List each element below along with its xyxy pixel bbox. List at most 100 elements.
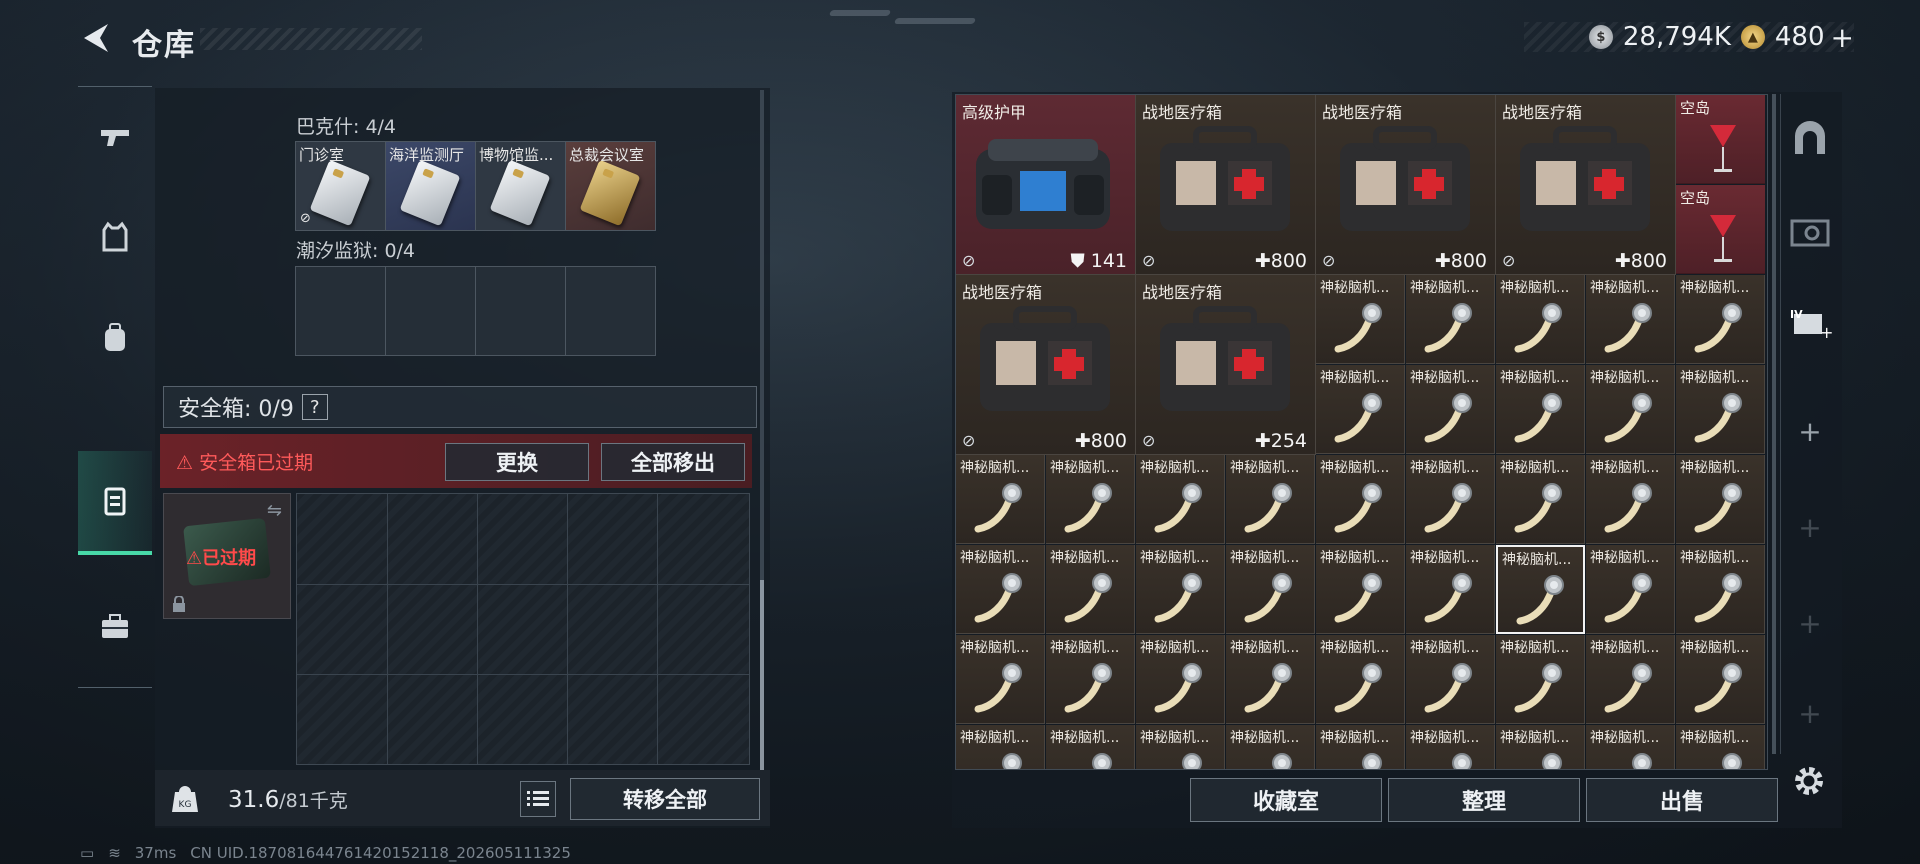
settings-gear-icon[interactable] [1792, 764, 1826, 798]
stash-item-brain-implant[interactable]: 神秘脑机... [1586, 725, 1675, 769]
stash-item-medkit[interactable]: 战地医疗箱 ⊘ ✚800 [1136, 95, 1316, 275]
stash-item-brain-implant[interactable]: 神秘脑机... [956, 635, 1045, 724]
stash-item-brain-implant[interactable]: 神秘脑机... [1676, 365, 1765, 454]
stash-item-brain-implant[interactable]: 神秘脑机... [1586, 275, 1675, 364]
stash-item-brain-implant[interactable]: 神秘脑机... [1406, 635, 1495, 724]
stash-item-medkit[interactable]: 战地医疗箱 ⊘ ✚800 [956, 275, 1136, 455]
stash-item-brain-implant[interactable]: 神秘脑机... [1136, 635, 1225, 724]
left-scrollbar-thumb[interactable] [760, 580, 764, 770]
stash-item-brain-implant[interactable]: 神秘脑机... [1496, 545, 1585, 634]
stash-item-medkit[interactable]: 战地医疗箱 ⊘ ✚800 [1496, 95, 1676, 275]
item-name: 神秘脑机... [1500, 640, 1570, 656]
stash-item-brain-implant[interactable]: 神秘脑机... [1136, 455, 1225, 544]
stash-item-brain-implant[interactable]: 神秘脑机... [1406, 725, 1495, 769]
safe-box-slot[interactable]: ⇋ ⚠已过期 [163, 493, 291, 619]
stash-item-brain-implant[interactable]: 神秘脑机... [1496, 455, 1585, 544]
transfer-all-button[interactable]: 转移全部 [570, 778, 760, 820]
stash-item-medkit[interactable]: 战地医疗箱 ⊘ ✚800 [1316, 95, 1496, 275]
medkit-hp: ✚800 [1614, 250, 1667, 272]
stash-item-brain-implant[interactable]: 神秘脑机... [1676, 725, 1765, 769]
sidebar-item-armor[interactable] [78, 187, 152, 287]
key-slot[interactable]: 总裁会议室 [566, 142, 655, 230]
stash-item-brain-implant[interactable]: 神秘脑机... [1496, 725, 1585, 769]
stash-item-brain-implant[interactable]: 神秘脑机... [1226, 725, 1315, 769]
item-name: 神秘脑机... [1320, 730, 1390, 746]
no-bind-icon: ⊘ [300, 211, 311, 226]
collection-room-button[interactable]: 收藏室 [1190, 778, 1382, 822]
stash-item-brain-implant[interactable]: 神秘脑机... [1406, 365, 1495, 454]
stash-item-brain-implant[interactable]: 神秘脑机... [1136, 725, 1225, 769]
stash-item-brain-implant[interactable]: 神秘脑机... [1226, 455, 1315, 544]
key-slot[interactable]: 博物馆监... [476, 142, 565, 230]
stash-item-brain-implant[interactable]: 神秘脑机... [1676, 635, 1765, 724]
stash-item-brain-implant[interactable]: 神秘脑机... [1496, 365, 1585, 454]
add-stash-page-iv[interactable]: IV + [1781, 278, 1839, 368]
add-page-slot[interactable]: + [1781, 578, 1839, 668]
stash-item-medkit[interactable]: 战地医疗箱 ⊘ ✚254 [1136, 275, 1316, 455]
sort-button[interactable]: 整理 [1388, 778, 1580, 822]
add-page-slot[interactable]: + [1781, 482, 1839, 572]
stash-item-brain-implant[interactable]: 神秘脑机... [1046, 725, 1135, 769]
stash-item-cocktail[interactable]: 空岛 [1676, 185, 1765, 274]
item-name: 战地医疗箱 [1142, 103, 1223, 122]
sidebar-item-weapons[interactable] [78, 87, 152, 187]
item-name: 神秘脑机... [1410, 460, 1480, 476]
sidebar-item-backpack[interactable] [78, 287, 152, 387]
key-slot[interactable]: 门诊室 ⊘ [296, 142, 385, 230]
stash-item-brain-implant[interactable]: 神秘脑机... [1316, 635, 1405, 724]
stash-item-brain-implant[interactable]: 神秘脑机... [956, 545, 1045, 634]
stash-item-brain-implant[interactable]: 神秘脑机... [1316, 545, 1405, 634]
stash-item-brain-implant[interactable]: 神秘脑机... [1586, 545, 1675, 634]
key-slot[interactable]: 海洋监测厅 [386, 142, 475, 230]
list-view-button[interactable] [520, 781, 556, 817]
replace-button[interactable]: 更换 [445, 443, 589, 481]
help-icon[interactable]: ? [301, 394, 328, 420]
stash-item-armor[interactable]: 高级护甲 ⊘ ⛊ 141 [956, 95, 1136, 275]
remove-all-button[interactable]: 全部移出 [601, 443, 745, 481]
stash-item-brain-implant[interactable]: 神秘脑机... [1316, 365, 1405, 454]
stash-item-brain-implant[interactable]: 神秘脑机... [1046, 455, 1135, 544]
brain-implant-icon [1244, 483, 1292, 533]
empty-key-slot[interactable] [476, 267, 565, 355]
brain-implant-icon [1514, 393, 1562, 443]
stash-item-brain-implant[interactable]: 神秘脑机... [1226, 545, 1315, 634]
sidebar-item-case[interactable] [78, 577, 152, 677]
empty-key-slot[interactable] [296, 267, 385, 355]
stash-page-rail: IV + + + + + [1780, 94, 1839, 754]
stash-item-brain-implant[interactable]: 神秘脑机... [1136, 545, 1225, 634]
stash-item-brain-implant[interactable]: 神秘脑机... [1586, 635, 1675, 724]
stash-item-brain-implant[interactable]: 神秘脑机... [1406, 275, 1495, 364]
stash-item-brain-implant[interactable]: 神秘脑机... [1676, 275, 1765, 364]
stash-item-brain-implant[interactable]: 神秘脑机... [1586, 365, 1675, 454]
stash-item-brain-implant[interactable]: 神秘脑机... [1316, 455, 1405, 544]
item-value: 254 [1270, 430, 1307, 452]
stash-item-brain-implant[interactable]: 神秘脑机... [1406, 455, 1495, 544]
stash-item-brain-implant[interactable]: 神秘脑机... [1676, 455, 1765, 544]
stash-item-brain-implant[interactable]: 神秘脑机... [1316, 275, 1405, 364]
stash-item-brain-implant[interactable]: 神秘脑机... [956, 455, 1045, 544]
back-arrow-icon[interactable] [78, 20, 112, 56]
stash-item-brain-implant[interactable]: 神秘脑机... [1496, 275, 1585, 364]
stash-item-cocktail[interactable]: 空岛 [1676, 95, 1765, 184]
safe-box-grid[interactable] [296, 493, 750, 765]
stash-item-brain-implant[interactable]: 神秘脑机... [1496, 635, 1585, 724]
add-page-slot[interactable]: + [1781, 386, 1839, 476]
stash-item-brain-implant[interactable]: 神秘脑机... [1676, 545, 1765, 634]
sell-button[interactable]: 出售 [1586, 778, 1778, 822]
stash-item-brain-implant[interactable]: 神秘脑机... [1316, 725, 1405, 769]
sidebar-item-container[interactable] [78, 451, 152, 555]
stash-item-brain-implant[interactable]: 神秘脑机... [1586, 455, 1675, 544]
swap-icon[interactable]: ⇋ [267, 500, 282, 521]
stash-item-brain-implant[interactable]: 神秘脑机... [1406, 545, 1495, 634]
add-gold-button[interactable]: + [1831, 21, 1854, 54]
stash-scrollbar[interactable] [1772, 94, 1776, 754]
add-page-slot[interactable]: + [1781, 668, 1839, 758]
stash-item-brain-implant[interactable]: 神秘脑机... [1046, 635, 1135, 724]
stash-page-1[interactable] [1781, 94, 1839, 184]
empty-key-slot[interactable] [386, 267, 475, 355]
empty-key-slot[interactable] [566, 267, 655, 355]
stash-item-brain-implant[interactable]: 神秘脑机... [1226, 635, 1315, 724]
stash-item-brain-implant[interactable]: 神秘脑机... [956, 725, 1045, 769]
stash-item-brain-implant[interactable]: 神秘脑机... [1046, 545, 1135, 634]
stash-page-2[interactable] [1781, 188, 1839, 278]
